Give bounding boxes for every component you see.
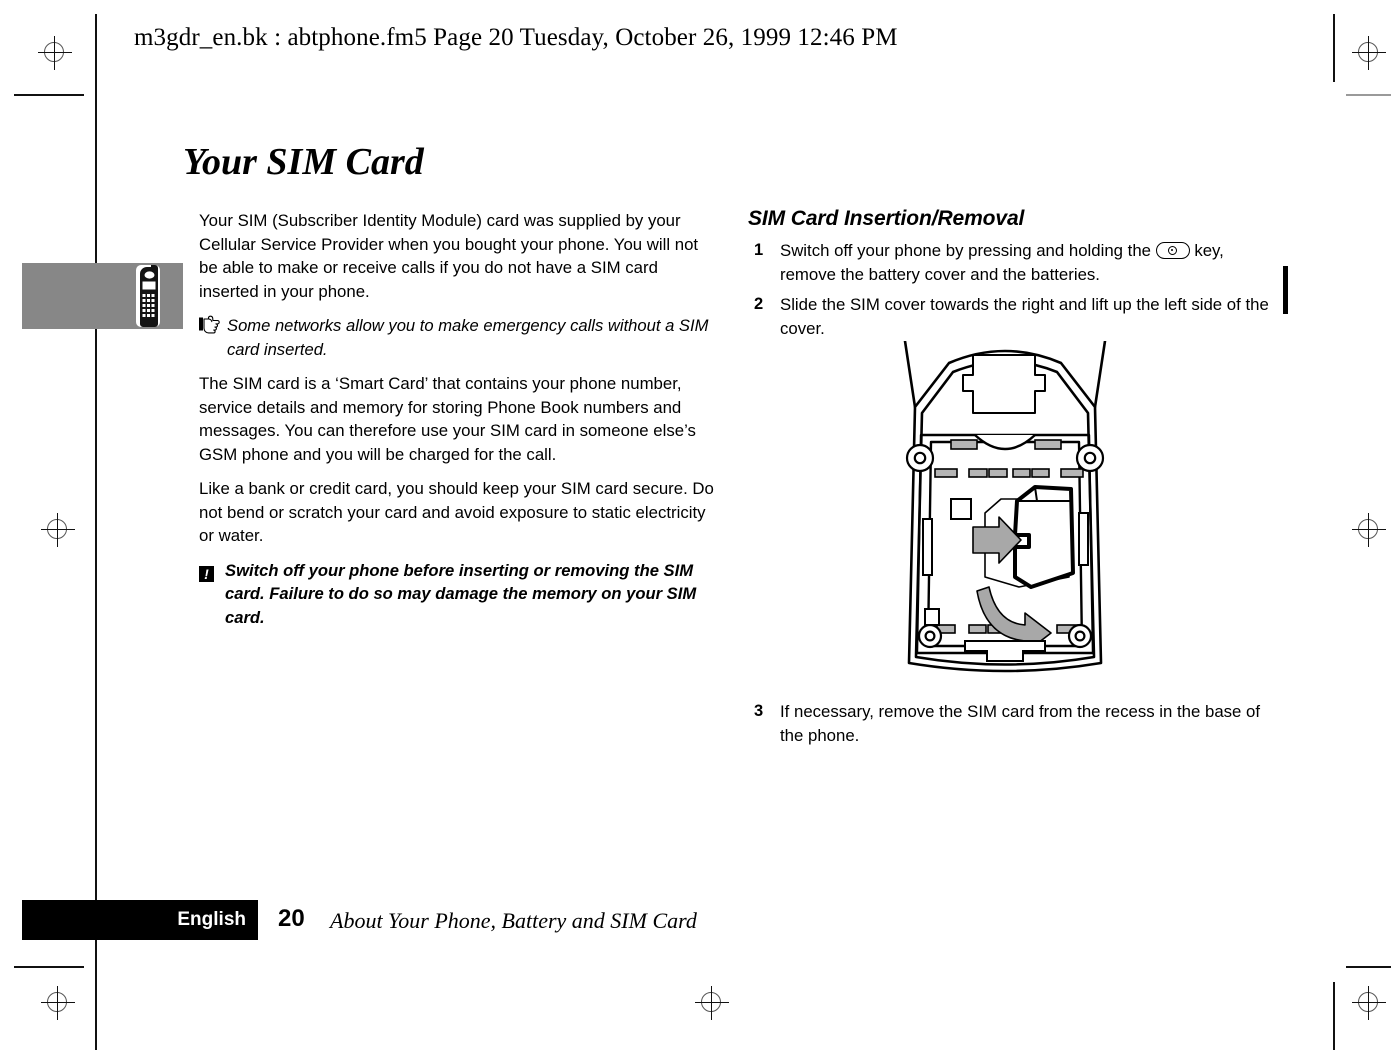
note-callout: Some networks allow you to make emergenc…	[199, 314, 719, 361]
registration-target-icon	[1352, 986, 1386, 1020]
crop-mark	[14, 94, 84, 96]
list-item: 2 Slide the SIM cover towards the right …	[748, 293, 1276, 340]
registration-target-icon	[1352, 513, 1386, 547]
footer-language-box: English	[22, 900, 258, 940]
step-text: Slide the SIM cover towards the right an…	[780, 295, 1269, 338]
crop-mark	[95, 82, 97, 982]
crop-mark	[1333, 982, 1335, 1050]
registration-target-icon	[41, 513, 75, 547]
pointing-hand-icon	[199, 315, 225, 341]
paragraph: Like a bank or credit card, you should k…	[199, 479, 714, 545]
paragraph: Your SIM (Subscriber Identity Module) ca…	[199, 211, 699, 301]
paragraph: The SIM card is a ‘Smart Card’ that cont…	[199, 374, 696, 464]
step-text: If necessary, remove the SIM card from t…	[780, 702, 1261, 745]
crop-mark	[95, 14, 97, 82]
footer-running-title: About Your Phone, Battery and SIM Card	[330, 908, 697, 933]
phone-back-sim-cover-diagram	[889, 339, 1121, 696]
crop-mark	[95, 982, 97, 1050]
running-header: m3gdr_en.bk : abtphone.fm5 Page 20 Tuesd…	[134, 24, 898, 51]
crop-mark	[1333, 14, 1335, 82]
list-item: 1 Switch off your phone by pressing and …	[748, 239, 1276, 286]
change-bar	[1283, 266, 1288, 314]
footer-language-label: English	[177, 909, 246, 930]
step-3-wrapper: 3 If necessary, remove the SIM card from…	[748, 700, 1276, 754]
page-title: Your SIM Card	[183, 141, 424, 183]
power-key-icon	[1155, 242, 1190, 259]
right-text-column: SIM Card Insertion/Removal 1 Switch off …	[748, 207, 1276, 347]
step-text: Switch off your phone by pressing and ho…	[780, 241, 1156, 260]
list-item: 3 If necessary, remove the SIM card from…	[748, 700, 1276, 747]
crop-mark	[14, 966, 84, 968]
section-heading: SIM Card Insertion/Removal	[748, 207, 1025, 230]
note-text: Some networks allow you to make emergenc…	[227, 316, 709, 359]
warning-icon-glyph: !	[199, 565, 214, 582]
registration-target-icon	[41, 986, 75, 1020]
exclamation-warning-icon: !	[199, 562, 214, 586]
mobile-phone-icon	[135, 264, 161, 333]
step-number: 2	[754, 295, 764, 313]
step-number: 3	[754, 702, 764, 720]
crop-mark	[1346, 966, 1391, 968]
step-number: 1	[754, 241, 764, 259]
registration-target-icon	[38, 36, 72, 70]
warning-callout: ! Switch off your phone before inserting…	[199, 559, 719, 630]
left-text-column: Your SIM (Subscriber Identity Module) ca…	[199, 209, 719, 640]
crop-mark	[1346, 94, 1391, 96]
registration-target-icon	[1352, 36, 1386, 70]
registration-target-icon	[695, 986, 729, 1020]
page-number: 20	[278, 905, 305, 932]
warning-text: Switch off your phone before inserting o…	[225, 560, 697, 627]
